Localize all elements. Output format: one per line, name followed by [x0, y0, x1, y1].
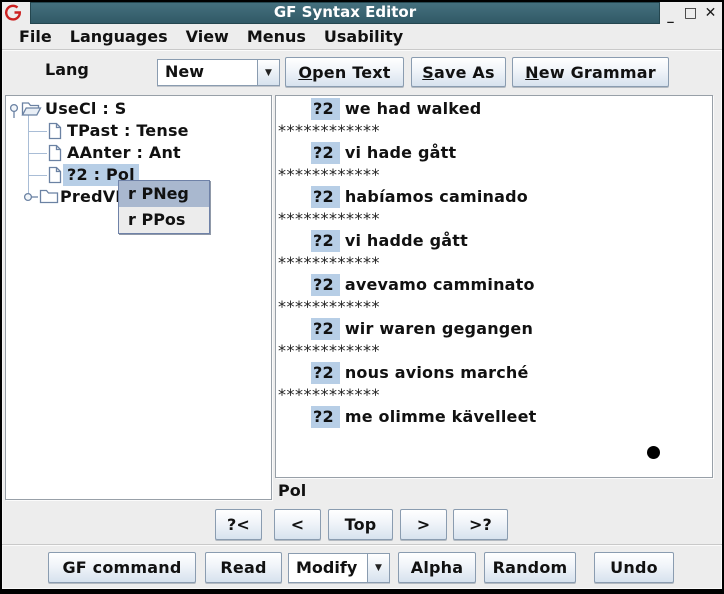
- chevron-down-icon[interactable]: ▼: [367, 554, 389, 582]
- file-icon: [48, 144, 62, 162]
- open-text-label: pen Text: [312, 63, 390, 82]
- random-button[interactable]: Random: [484, 552, 576, 583]
- tree-node-label: AAnter : Ant: [67, 142, 181, 164]
- menubar-separator: [2, 49, 722, 51]
- drag-dot: [647, 446, 660, 459]
- metavariable-token[interactable]: ?2: [311, 186, 340, 208]
- new-grammar-button[interactable]: New Grammar: [512, 57, 669, 87]
- save-as-mnemonic: S: [422, 63, 434, 82]
- window-title: GF Syntax Editor: [274, 3, 416, 21]
- lang-combobox[interactable]: New ▼: [157, 59, 280, 86]
- linearization-line-finnish: ?2 me olimme kävelleet: [276, 406, 712, 428]
- read-button[interactable]: Read: [205, 552, 282, 583]
- status-label: Pol: [278, 481, 306, 501]
- close-button[interactable]: ✕: [702, 4, 719, 22]
- separator-line: ************: [276, 120, 712, 142]
- sentence-text: nous avions marché: [345, 363, 529, 382]
- sentence-text: we had walked: [345, 99, 482, 118]
- sentence-text: vi hadde gått: [345, 231, 468, 250]
- popup-item-pneg[interactable]: r PNeg: [119, 181, 209, 207]
- tree-expanded-handle-icon[interactable]: [8, 102, 20, 120]
- next-metavariable-button[interactable]: >?: [453, 509, 508, 540]
- gf-logo-icon: [3, 2, 23, 22]
- top-button[interactable]: Top: [328, 509, 393, 540]
- title-strip[interactable]: GF Syntax Editor: [30, 2, 660, 24]
- linearization-line-german: ?2 wir waren gegangen: [276, 318, 712, 340]
- tree-node-label: TPast : Tense: [67, 120, 189, 142]
- open-text-mnemonic: O: [298, 63, 312, 82]
- prev-button[interactable]: <: [274, 509, 321, 540]
- lang-label: Lang: [45, 60, 89, 79]
- next-button[interactable]: >: [400, 509, 447, 540]
- menu-file[interactable]: File: [10, 27, 61, 46]
- modify-combobox-value: Modify: [289, 554, 367, 582]
- tree-node-aanter[interactable]: AAnter : Ant: [6, 142, 271, 164]
- separator-line: ************: [276, 340, 712, 362]
- closed-folder-icon: [39, 188, 59, 204]
- linearization-line-swedish: ?2 vi hade gått: [276, 142, 712, 164]
- bottombar-separator: [2, 544, 722, 546]
- metavariable-token[interactable]: ?2: [311, 274, 340, 296]
- linearization-line-french: ?2 nous avions marché: [276, 362, 712, 384]
- separator-line: ************: [276, 296, 712, 318]
- sentence-text: me olimme kävelleet: [345, 407, 537, 426]
- menu-languages[interactable]: Languages: [61, 27, 177, 46]
- file-icon: [48, 166, 62, 184]
- title-bar: GF Syntax Editor _ □ ✕: [2, 2, 722, 24]
- separator-line: ************: [276, 164, 712, 186]
- menu-view[interactable]: View: [177, 27, 238, 46]
- alpha-button[interactable]: Alpha: [398, 552, 476, 583]
- sentence-text: vi hade gått: [345, 143, 457, 162]
- metavariable-token[interactable]: ?2: [311, 142, 340, 164]
- sentence-text: habíamos caminado: [345, 187, 528, 206]
- window-controls: _ □ ✕: [662, 3, 719, 23]
- save-as-label: ave As: [434, 63, 495, 82]
- menu-menus[interactable]: Menus: [238, 27, 315, 46]
- new-grammar-mnemonic: N: [525, 63, 539, 82]
- menu-usability[interactable]: Usability: [315, 27, 412, 46]
- file-icon: [48, 122, 62, 140]
- metavariable-token[interactable]: ?2: [311, 98, 340, 120]
- open-folder-icon: [21, 100, 42, 117]
- chevron-down-icon[interactable]: ▼: [257, 60, 279, 85]
- tree-collapsed-handle-icon[interactable]: [23, 191, 39, 203]
- save-as-button[interactable]: Save As: [411, 57, 506, 87]
- modify-combobox[interactable]: Modify ▼: [288, 553, 390, 583]
- linearization-line-english: ?2 we had walked: [276, 98, 712, 120]
- prev-metavariable-button[interactable]: ?<: [215, 509, 262, 540]
- linearization-line-norwegian: ?2 vi hadde gått: [276, 230, 712, 252]
- maximize-button[interactable]: □: [682, 4, 699, 22]
- gf-command-button[interactable]: GF command: [48, 552, 196, 583]
- separator-line: ************: [276, 208, 712, 230]
- tree-node-tpast[interactable]: TPast : Tense: [6, 120, 271, 142]
- syntax-tree-panel[interactable]: UseCl : S TPast : Tense AAnter : Ant ?2 …: [5, 95, 272, 500]
- metavariable-token[interactable]: ?2: [311, 318, 340, 340]
- app-window: GF Syntax Editor _ □ ✕ File Languages Vi…: [0, 0, 724, 594]
- sentence-text: wir waren gegangen: [345, 319, 533, 338]
- refinement-popup-menu: r PNeg r PPos: [118, 180, 210, 234]
- undo-button[interactable]: Undo: [594, 552, 674, 583]
- tree-node-usecl[interactable]: UseCl : S: [6, 98, 271, 120]
- metavariable-token[interactable]: ?2: [311, 406, 340, 428]
- minimize-button[interactable]: _: [662, 4, 679, 22]
- sentence-text: avevamo camminato: [345, 275, 535, 294]
- popup-item-ppos[interactable]: r PPos: [119, 207, 209, 233]
- linearization-panel[interactable]: ?2 we had walked ************ ?2 vi hade g…: [275, 95, 713, 478]
- tree-node-label: UseCl : S: [45, 98, 126, 120]
- separator-line: ************: [276, 252, 712, 274]
- metavariable-token[interactable]: ?2: [311, 230, 340, 252]
- lang-combobox-value: New: [158, 60, 257, 85]
- new-grammar-label: ew Grammar: [539, 63, 656, 82]
- separator-line: ************: [276, 384, 712, 406]
- linearization-line-italian: ?2 avevamo camminato: [276, 274, 712, 296]
- metavariable-token[interactable]: ?2: [311, 362, 340, 384]
- open-text-button[interactable]: Open Text: [285, 57, 404, 87]
- menu-bar: File Languages View Menus Usability: [2, 24, 722, 49]
- linearization-line-spanish: ?2 habíamos caminado: [276, 186, 712, 208]
